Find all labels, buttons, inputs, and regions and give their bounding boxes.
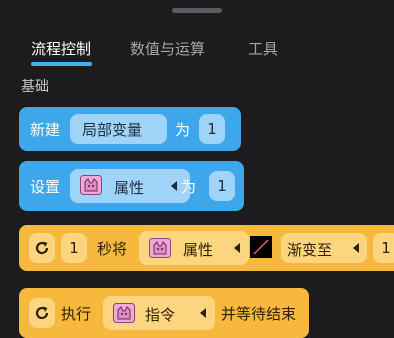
- variable-name-field[interactable]: 局部变量: [70, 114, 167, 144]
- block-label-wait: 并等待结束: [221, 305, 297, 323]
- tween-mode-text: 渐变至: [287, 241, 333, 259]
- set-attribute-block[interactable]: 设置 属性 为 1: [19, 161, 244, 211]
- block-label-execute: 执行: [61, 305, 92, 323]
- dropdown-arrow-icon: [171, 181, 177, 191]
- block-label-to: 为: [181, 178, 197, 196]
- refresh-icon: [35, 306, 49, 320]
- execute-command-block[interactable]: 执行 指令 并等待结束: [19, 288, 309, 338]
- color-swatch-icon[interactable]: [250, 236, 272, 258]
- dropdown-arrow-icon: [234, 243, 240, 253]
- attribute-text: 属性: [114, 179, 145, 197]
- block-label-seconds-to: 秒将: [97, 240, 128, 258]
- category-tabs: 流程控制 数值与运算 工具: [0, 34, 394, 70]
- cat-sprite-icon: [113, 303, 135, 323]
- block-label-to: 为: [175, 121, 191, 139]
- variable-name-text: 局部变量: [82, 121, 143, 139]
- value-input[interactable]: 1: [209, 171, 235, 201]
- attribute-dropdown[interactable]: 属性: [70, 169, 190, 203]
- block-label-set: 设置: [30, 178, 61, 196]
- seconds-input[interactable]: 1: [61, 233, 87, 263]
- attribute-dropdown[interactable]: 属性: [139, 231, 249, 265]
- section-title: 基础: [21, 79, 49, 95]
- new-variable-block[interactable]: 新建 局部变量 为 1: [19, 107, 241, 151]
- cat-sprite-icon: [80, 175, 102, 195]
- active-tab-indicator: [31, 62, 92, 66]
- cat-sprite-icon: [149, 238, 171, 258]
- tab-flow-control[interactable]: 流程控制: [31, 38, 91, 59]
- loop-icon-badge: [29, 233, 55, 263]
- tab-numbers-operations[interactable]: 数值与运算: [130, 38, 205, 59]
- dropdown-arrow-icon: [200, 308, 206, 318]
- easing-line-icon: [253, 239, 269, 255]
- refresh-icon: [35, 241, 49, 255]
- command-dropdown[interactable]: 指令: [103, 296, 215, 330]
- drag-handle[interactable]: [172, 8, 222, 13]
- loop-icon-badge: [29, 298, 55, 328]
- command-text: 指令: [145, 306, 176, 324]
- tween-attribute-block[interactable]: 1 秒将 属性 渐变至 1: [19, 225, 394, 271]
- block-label-new: 新建: [30, 121, 61, 139]
- attribute-text: 属性: [183, 241, 214, 259]
- dropdown-arrow-icon: [353, 243, 359, 253]
- tab-tools[interactable]: 工具: [248, 38, 278, 59]
- value-input[interactable]: 1: [199, 114, 225, 144]
- tween-mode-dropdown[interactable]: 渐变至: [281, 233, 367, 263]
- target-value-input[interactable]: 1: [373, 233, 394, 263]
